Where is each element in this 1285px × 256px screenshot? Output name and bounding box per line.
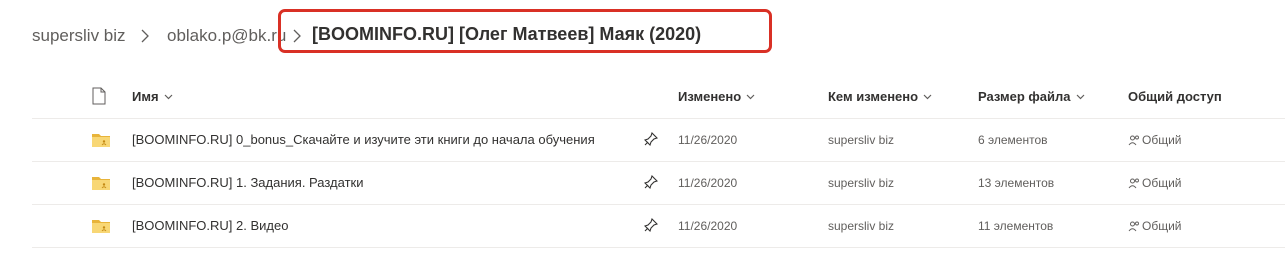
file-icon[interactable] [92,87,106,105]
row-size: 13 элементов [978,176,1055,190]
chevron-down-icon [746,94,755,100]
row-modified-by[interactable]: supersliv biz [828,133,894,147]
table-row[interactable]: [BOOMINFO.RU] 1. Задания. Раздатки 11/26… [32,162,1285,205]
people-icon [1128,134,1140,146]
table-row[interactable]: [BOOMINFO.RU] 2. Видео 11/26/2020 supers… [32,205,1285,248]
folder-icon [92,218,110,233]
row-sharing[interactable]: Общий [1128,133,1182,147]
column-header-name[interactable]: Имя [132,89,173,104]
chevron-right-icon [291,28,303,44]
row-sharing-label: Общий [1142,219,1182,233]
breadcrumb: supersliv biz oblako.p@bk.ru [BOOMINFO.R… [0,0,1285,70]
row-sharing[interactable]: Общий [1128,176,1182,190]
column-header-row: Имя Изменено Кем изменено Размер файла О… [32,74,1285,119]
pin-icon[interactable] [643,217,659,233]
column-header-file-size-label: Размер файла [978,89,1071,104]
row-sharing-label: Общий [1142,133,1182,147]
row-modified: 11/26/2020 [678,219,738,233]
row-size: 11 элементов [978,219,1054,233]
row-name[interactable]: [BOOMINFO.RU] 1. Задания. Раздатки [132,175,364,190]
chevron-down-icon [164,94,173,100]
chevron-down-icon [923,94,932,100]
row-sharing[interactable]: Общий [1128,219,1182,233]
column-header-modified-label: Изменено [678,89,742,104]
row-modified: 11/26/2020 [678,176,738,190]
row-modified: 11/26/2020 [678,133,738,147]
row-sharing-label: Общий [1142,176,1182,190]
column-header-name-label: Имя [132,89,159,104]
row-modified-by[interactable]: supersliv biz [828,176,894,190]
column-header-sharing[interactable]: Общий доступ [1128,89,1222,104]
breadcrumb-item-oblako[interactable]: oblako.p@bk.ru [167,26,286,46]
folder-icon [92,132,110,147]
folder-icon [92,175,110,190]
breadcrumb-current-folder: [BOOMINFO.RU] [Олег Матвеев] Маяк (2020) [312,24,702,44]
row-name[interactable]: [BOOMINFO.RU] 0_bonus_Скачайте и изучите… [132,132,595,147]
column-header-modified[interactable]: Изменено [678,89,755,104]
breadcrumb-item-supersliv[interactable]: supersliv biz [32,26,126,46]
column-header-modified-by[interactable]: Кем изменено [828,89,932,104]
people-icon [1128,220,1140,232]
chevron-down-icon [1076,94,1085,100]
pin-icon[interactable] [643,174,659,190]
column-header-modified-by-label: Кем изменено [828,89,919,104]
pin-icon[interactable] [643,131,659,147]
chevron-right-icon [139,28,151,44]
row-modified-by[interactable]: supersliv biz [828,219,894,233]
row-name[interactable]: [BOOMINFO.RU] 2. Видео [132,218,288,233]
column-header-file-size[interactable]: Размер файла [978,89,1085,104]
row-size: 6 элементов [978,133,1048,147]
table-row[interactable]: [BOOMINFO.RU] 0_bonus_Скачайте и изучите… [32,119,1285,162]
people-icon [1128,177,1140,189]
